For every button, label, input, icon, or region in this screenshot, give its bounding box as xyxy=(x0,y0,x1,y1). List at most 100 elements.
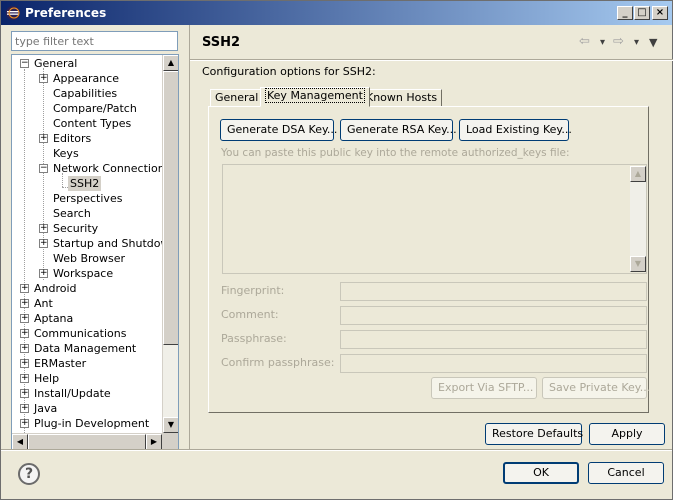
tree-item-label: Security xyxy=(53,222,99,235)
tree-item-label: Appearance xyxy=(53,72,120,85)
expand-icon[interactable]: + xyxy=(20,284,29,293)
expand-icon[interactable]: + xyxy=(20,359,29,368)
expand-icon[interactable]: + xyxy=(39,134,48,143)
textarea-scroll-track xyxy=(630,182,646,256)
cancel-button[interactable]: Cancel xyxy=(588,462,664,484)
public-key-textarea[interactable]: ▲ ▼ xyxy=(222,164,647,274)
expand-icon[interactable]: + xyxy=(39,239,48,248)
tree-item-label: Capabilities xyxy=(53,87,118,100)
fingerprint-label: Fingerprint: xyxy=(221,284,285,297)
comment-field[interactable] xyxy=(340,306,647,325)
scroll-right-icon[interactable]: ▶ xyxy=(146,434,162,450)
expand-icon[interactable]: + xyxy=(20,389,29,398)
tree-item-label: Perspectives xyxy=(53,192,123,205)
passphrase-field[interactable] xyxy=(340,330,647,349)
scroll-down-icon[interactable]: ▼ xyxy=(163,417,178,433)
title-separator xyxy=(190,59,673,61)
tree-item-label: Compare/Patch xyxy=(53,102,137,115)
preference-page: SSH2 ⇦ ▾ ⇨ ▾ ▼ Configuration options for… xyxy=(189,25,673,449)
key-management-panel: Generate DSA Key... Generate RSA Key... … xyxy=(208,106,650,413)
scroll-down-icon[interactable]: ▼ xyxy=(630,256,646,272)
scroll-up-icon[interactable]: ▲ xyxy=(163,55,178,71)
tree-item-label: SSH2 xyxy=(68,176,102,191)
forward-history-chevron-icon[interactable]: ▾ xyxy=(634,37,639,48)
tree-item-label: Communications xyxy=(34,327,127,340)
expand-icon[interactable]: + xyxy=(20,374,29,383)
public-key-hint: You can paste this public key into the r… xyxy=(221,147,570,159)
tab-key-management[interactable]: Key Management xyxy=(260,87,370,107)
eclipse-icon xyxy=(6,6,20,20)
ok-button[interactable]: OK xyxy=(503,462,579,484)
preference-tree[interactable]: − General + Appearance Capabilities Compare/P… xyxy=(11,54,179,451)
confirm-passphrase-label: Confirm passphrase: xyxy=(221,356,335,369)
collapse-icon[interactable]: − xyxy=(39,164,48,173)
tree-item-label: General xyxy=(34,57,78,70)
passphrase-label: Passphrase: xyxy=(221,332,287,345)
tree-item-label: Network Connections xyxy=(53,162,162,175)
tab-label: Known Hosts xyxy=(366,91,438,104)
minimize-button[interactable]: _ xyxy=(617,6,633,20)
tree-item-label: Workspace xyxy=(53,267,114,280)
tree-viewport: − General + Appearance Capabilities Compare/P… xyxy=(12,55,162,433)
scrollbar-corner xyxy=(162,433,178,450)
maximize-button[interactable]: □ xyxy=(634,6,650,20)
expand-icon[interactable]: + xyxy=(20,329,29,338)
tab-label: Key Management xyxy=(265,88,365,103)
back-history-chevron-icon[interactable]: ▾ xyxy=(600,37,605,48)
tree-item-label: Search xyxy=(53,207,91,220)
generate-dsa-key-button[interactable]: Generate DSA Key... xyxy=(220,119,337,141)
tree-item-label: Java xyxy=(34,402,58,415)
tree-connector xyxy=(43,68,44,280)
fingerprint-field[interactable] xyxy=(340,282,647,301)
tree-item-label: Help xyxy=(34,372,60,385)
tree-item-label: Startup and Shutdown xyxy=(53,237,162,250)
preferences-window: Preferences _ □ × −General+AppearanceCap… xyxy=(0,0,673,500)
expand-icon[interactable]: + xyxy=(20,344,29,353)
save-private-key-button[interactable]: Save Private Key... xyxy=(542,377,650,399)
tree-item-label: Web Browser xyxy=(53,252,126,265)
close-button[interactable]: × xyxy=(652,6,668,20)
expand-icon[interactable]: + xyxy=(20,314,29,323)
expand-icon[interactable]: + xyxy=(20,299,29,308)
filter-input[interactable] xyxy=(11,31,178,51)
expand-icon[interactable]: + xyxy=(39,74,48,83)
collapse-icon[interactable]: − xyxy=(20,59,29,68)
comment-label: Comment: xyxy=(221,308,279,321)
tree-horizontal-scrollbar[interactable]: ◀ ▶ xyxy=(12,433,162,450)
tree-item-label: Editors xyxy=(53,132,92,145)
scroll-left-icon[interactable]: ◀ xyxy=(12,434,28,450)
tree-item-label: Ant xyxy=(34,297,53,310)
tree-item-label: Data Management xyxy=(34,342,137,355)
tree-item-label: Install/Update xyxy=(34,387,111,400)
expand-icon[interactable]: + xyxy=(39,269,48,278)
tree-item-label: Aptana xyxy=(34,312,74,325)
tree-vertical-scrollbar[interactable]: ▲ ▼ xyxy=(162,55,178,433)
back-arrow-icon[interactable]: ⇦ xyxy=(579,34,590,49)
tree-item-label: Android xyxy=(34,282,77,295)
load-existing-key-button[interactable]: Load Existing Key... xyxy=(459,119,572,141)
confirm-passphrase-field[interactable] xyxy=(340,354,647,373)
export-via-sftp-button[interactable]: Export Via SFTP... xyxy=(431,377,537,399)
scroll-thumb[interactable] xyxy=(163,71,178,345)
help-icon[interactable]: ? xyxy=(18,463,40,485)
tree-item-label: ERMaster xyxy=(34,357,87,370)
tab-known-hosts[interactable]: Known Hosts xyxy=(361,89,443,107)
generate-rsa-key-button[interactable]: Generate RSA Key... xyxy=(340,119,457,141)
apply-button[interactable]: Apply xyxy=(589,423,665,445)
tab-label: General xyxy=(215,91,259,104)
tree-item-label: Keys xyxy=(53,147,79,160)
horizontal-scroll-thumb[interactable] xyxy=(28,434,146,450)
tab-general[interactable]: General xyxy=(210,89,264,107)
window-title: Preferences xyxy=(25,6,107,20)
tree-item-label: Plug-in Development xyxy=(34,417,150,430)
scroll-up-icon[interactable]: ▲ xyxy=(630,166,646,182)
forward-arrow-icon[interactable]: ⇨ xyxy=(613,34,624,49)
title-bar[interactable]: Preferences _ □ × xyxy=(1,1,672,25)
page-description: Configuration options for SSH2: xyxy=(202,65,376,78)
expand-icon[interactable]: + xyxy=(20,404,29,413)
view-menu-icon[interactable]: ▼ xyxy=(649,36,657,49)
expand-icon[interactable]: + xyxy=(39,224,48,233)
restore-defaults-button[interactable]: Restore Defaults xyxy=(485,423,583,445)
expand-icon[interactable]: + xyxy=(20,419,29,428)
page-title: SSH2 xyxy=(202,35,241,50)
